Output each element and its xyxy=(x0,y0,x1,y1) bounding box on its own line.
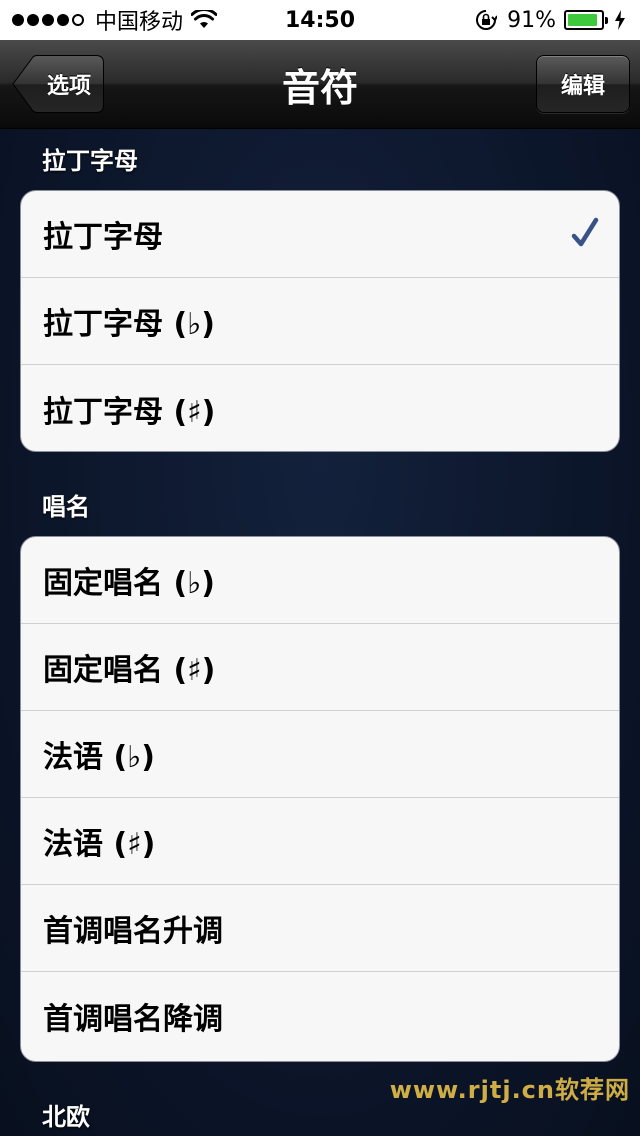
section-header-nordic: 北欧 xyxy=(42,1102,90,1131)
list-item-label: 固定唱名 (♭) xyxy=(43,566,216,601)
list-item[interactable]: 法语 (♯) xyxy=(21,798,619,885)
list-item-label: 首调唱名升调 xyxy=(43,914,223,949)
battery-percent: 91% xyxy=(507,7,556,33)
list-item[interactable]: 拉丁字母 (♯) xyxy=(21,365,619,451)
edit-button[interactable]: 编辑 xyxy=(536,55,630,113)
watermark: www.rjtj.cn软荐网 xyxy=(389,1076,630,1104)
list-item[interactable]: 拉丁字母 (♭) xyxy=(21,278,619,365)
list-item-label: 固定唱名 (♯) xyxy=(43,653,216,688)
list-item-label: 法语 (♯) xyxy=(43,827,156,862)
section-header-solfege: 唱名 xyxy=(42,492,90,521)
status-bar: 中国移动 14:50 91% xyxy=(0,0,640,40)
list-item[interactable]: 拉丁字母 xyxy=(21,191,619,278)
group-solfege: 固定唱名 (♭) 固定唱名 (♯) 法语 (♭) 法语 (♯) 首调唱名升调 首… xyxy=(20,536,620,1062)
checkmark-icon xyxy=(571,217,599,247)
list-item-label: 拉丁字母 (♭) xyxy=(43,307,216,342)
list-item-label: 拉丁字母 xyxy=(43,220,163,255)
battery-level-fill xyxy=(568,14,598,26)
list-item[interactable]: 法语 (♭) xyxy=(21,711,619,798)
list-item-label: 拉丁字母 (♯) xyxy=(43,394,216,430)
navigation-bar: 选项 音符 编辑 xyxy=(0,40,640,129)
charging-bolt-icon xyxy=(615,10,625,30)
status-right: 91% xyxy=(475,0,626,40)
list-item[interactable]: 首调唱名升调 xyxy=(21,885,619,972)
list-item[interactable]: 固定唱名 (♯) xyxy=(21,624,619,711)
list-item-label: 首调唱名降调 xyxy=(43,1001,223,1037)
group-latin: 拉丁字母 拉丁字母 (♭) 拉丁字母 (♯) xyxy=(20,190,620,452)
battery-icon xyxy=(564,10,608,30)
list-item-label: 法语 (♭) xyxy=(43,740,156,775)
list-item[interactable]: 固定唱名 (♭) xyxy=(21,537,619,624)
section-header-latin: 拉丁字母 xyxy=(42,146,138,175)
screen: 中国移动 14:50 91% 选项 音符 编辑 拉丁字母 拉丁字母 拉丁字母 (… xyxy=(0,0,640,1136)
list-item[interactable]: 首调唱名降调 xyxy=(21,972,619,1059)
orientation-lock-icon xyxy=(476,10,498,30)
